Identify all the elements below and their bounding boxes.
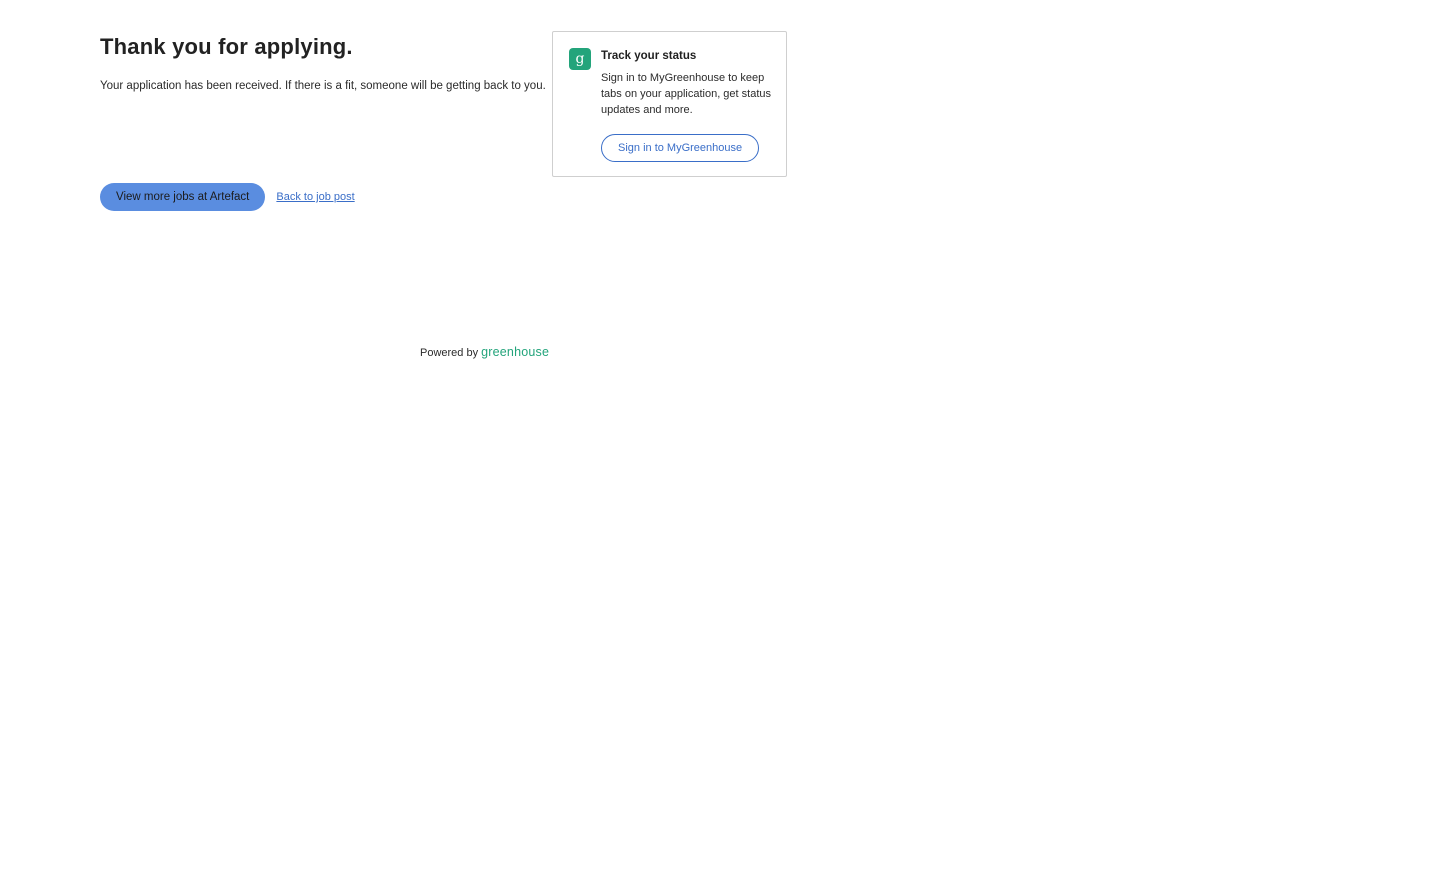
track-status-description: Sign in to MyGreenhouse to keep tabs on …	[601, 72, 771, 116]
track-status-title: Track your status	[601, 50, 697, 62]
powered-by-footer: Powered by greenhouse	[420, 345, 549, 359]
confirmation-page: Thank you for applying. Your application…	[0, 0, 1452, 883]
powered-by-label: Powered by	[420, 347, 479, 359]
action-bar: View more jobs at Artefact Back to job p…	[100, 183, 355, 211]
page-title: Thank you for applying.	[100, 34, 353, 59]
back-to-job-post-link[interactable]: Back to job post	[276, 191, 354, 203]
track-status-body: Track your status Sign in to MyGreenhous…	[601, 49, 773, 162]
track-status-card: g Track your status Sign in to MyGreenho…	[552, 31, 787, 177]
greenhouse-brand-logo[interactable]: greenhouse	[481, 345, 549, 359]
confirmation-message: Your application has been received. If t…	[100, 80, 546, 92]
view-more-jobs-button[interactable]: View more jobs at Artefact	[100, 183, 266, 211]
sign-in-mygreenhouse-button[interactable]: Sign in to MyGreenhouse	[601, 134, 760, 162]
confirmation-section: Thank you for applying. Your application…	[100, 32, 546, 94]
greenhouse-logo-icon: g	[569, 48, 591, 70]
